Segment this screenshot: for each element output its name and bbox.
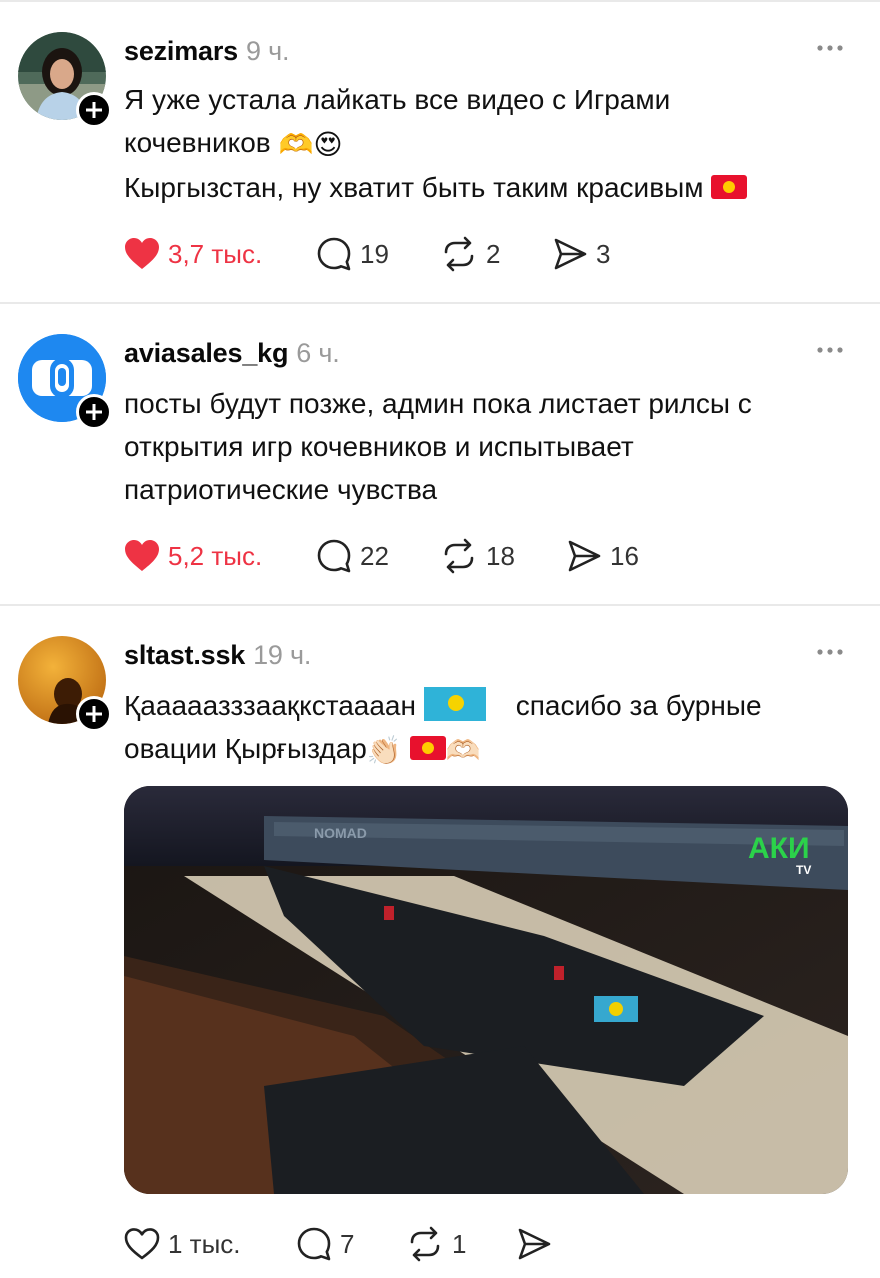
text-line: овации Қырғыздар bbox=[124, 733, 367, 764]
follow-button[interactable] bbox=[76, 394, 112, 430]
repost-icon bbox=[444, 236, 474, 272]
threads-feed: sezimars 9 ч. Я уже устала лайкать все ви… bbox=[0, 0, 880, 1278]
share-count: 16 bbox=[610, 540, 639, 571]
post-time: 9 ч. bbox=[245, 36, 290, 66]
username-row: sezimars 9 ч. bbox=[124, 36, 289, 67]
repost-button[interactable]: 2 bbox=[440, 234, 500, 274]
like-count: 5,2 тыс. bbox=[168, 540, 263, 571]
repost-button[interactable]: 1 bbox=[406, 1224, 466, 1264]
follow-button[interactable] bbox=[76, 92, 112, 128]
video-media[interactable]: АКИ TV NOMAD bbox=[124, 786, 848, 1194]
repost-count: 18 bbox=[486, 540, 515, 571]
repost-icon bbox=[410, 1226, 440, 1262]
tv-watermark: АКИ bbox=[748, 832, 810, 865]
text-line: посты будут позже, админ пока листает ри… bbox=[124, 388, 752, 419]
username-row: aviasales_kg 6 ч. bbox=[124, 338, 340, 369]
clapping-hands-emoji: 👏🏻 bbox=[366, 735, 402, 766]
action-bar: 5,2 тыс. 22 18 16 bbox=[124, 536, 664, 576]
text-line: открытия игр кочевников и испытывает bbox=[124, 431, 634, 462]
comment-button[interactable]: 19 bbox=[316, 234, 389, 274]
username[interactable]: sezimars bbox=[124, 36, 238, 66]
more-options-icon[interactable] bbox=[816, 648, 844, 656]
tv-watermark-sub: TV bbox=[796, 863, 811, 877]
post-text: Қааааазззаақкстаааан спасибо за бурные о… bbox=[124, 684, 854, 772]
kyrgyzstan-flag-icon bbox=[409, 736, 446, 760]
comment-count: 22 bbox=[360, 540, 389, 571]
action-bar: 3,7 тыс. 19 2 3 bbox=[124, 234, 644, 274]
heart-filled-icon bbox=[125, 238, 159, 269]
username[interactable]: aviasales_kg bbox=[124, 338, 288, 368]
post-time: 6 ч. bbox=[296, 338, 340, 368]
share-button[interactable]: 16 bbox=[566, 536, 639, 576]
post-aviasales-kg[interactable]: aviasales_kg 6 ч. посты будут позже, адми… bbox=[0, 304, 880, 604]
comment-button[interactable]: 7 bbox=[296, 1224, 354, 1264]
repost-count: 1 bbox=[452, 1228, 467, 1259]
heart-outline-icon bbox=[124, 1228, 160, 1260]
comment-icon bbox=[317, 237, 351, 271]
heart-hands-emoji: 🫶 bbox=[278, 129, 314, 160]
text-line: патриотические чувства bbox=[124, 474, 438, 505]
share-count: 3 bbox=[596, 238, 611, 269]
text-line: Қааааазззаақкстаааан bbox=[124, 690, 416, 721]
share-button[interactable] bbox=[516, 1224, 552, 1264]
plus-icon bbox=[86, 404, 102, 420]
heart-eyes-emoji: 😍 bbox=[313, 129, 343, 160]
text-line: спасибо за бурные bbox=[515, 690, 762, 721]
post-text: Я уже устала лайкать все видео с Играми … bbox=[124, 78, 854, 209]
like-button[interactable]: 3,7 тыс. bbox=[124, 234, 262, 274]
action-bar: 1 тыс. 7 1 bbox=[124, 1224, 564, 1264]
comment-icon bbox=[297, 1227, 331, 1261]
repost-button[interactable]: 18 bbox=[440, 536, 515, 576]
username[interactable]: sltast.ssk bbox=[124, 640, 245, 670]
follow-button[interactable] bbox=[76, 696, 112, 732]
arena-banner-text: NOMAD bbox=[314, 825, 367, 841]
plus-icon bbox=[86, 102, 102, 118]
comment-count: 19 bbox=[360, 238, 389, 269]
comment-count: 7 bbox=[340, 1228, 355, 1259]
video-frame-parade: АКИ TV NOMAD bbox=[124, 786, 848, 1194]
username-row: sltast.ssk 19 ч. bbox=[124, 640, 311, 671]
repost-count: 2 bbox=[486, 238, 501, 269]
like-count: 1 тыс. bbox=[168, 1228, 241, 1259]
more-options-icon[interactable] bbox=[816, 44, 844, 52]
heart-hands-emoji: 🫶🏻 bbox=[445, 735, 481, 766]
plus-icon bbox=[86, 706, 102, 722]
share-icon bbox=[518, 1228, 551, 1260]
post-sezimars[interactable]: sezimars 9 ч. Я уже устала лайкать все ви… bbox=[0, 0, 880, 302]
kazakhstan-flag-icon bbox=[423, 687, 486, 721]
post-time: 19 ч. bbox=[253, 640, 312, 670]
text-line: Кыргызстан, ну хватит быть таким красивы… bbox=[124, 172, 704, 203]
comment-button[interactable]: 22 bbox=[316, 536, 389, 576]
more-options-icon[interactable] bbox=[816, 346, 844, 354]
post-text: посты будут позже, админ пока листает ри… bbox=[124, 382, 854, 511]
like-button[interactable]: 1 тыс. bbox=[124, 1224, 241, 1264]
like-count: 3,7 тыс. bbox=[168, 238, 263, 269]
comment-icon bbox=[317, 539, 351, 573]
text-line: Я уже устала лайкать все видео с Играми bbox=[124, 84, 671, 115]
kyrgyzstan-flag-icon bbox=[711, 175, 748, 199]
like-button[interactable]: 5,2 тыс. bbox=[124, 536, 262, 576]
post-sltast-ssk[interactable]: sltast.ssk 19 ч. Қааааазззаақкстаааан спа… bbox=[0, 606, 880, 1278]
heart-filled-icon bbox=[125, 540, 159, 571]
share-button[interactable]: 3 bbox=[552, 234, 610, 274]
repost-icon bbox=[444, 538, 474, 574]
share-icon bbox=[554, 238, 587, 270]
share-icon bbox=[568, 540, 601, 572]
text-line: кочевников bbox=[124, 127, 271, 158]
